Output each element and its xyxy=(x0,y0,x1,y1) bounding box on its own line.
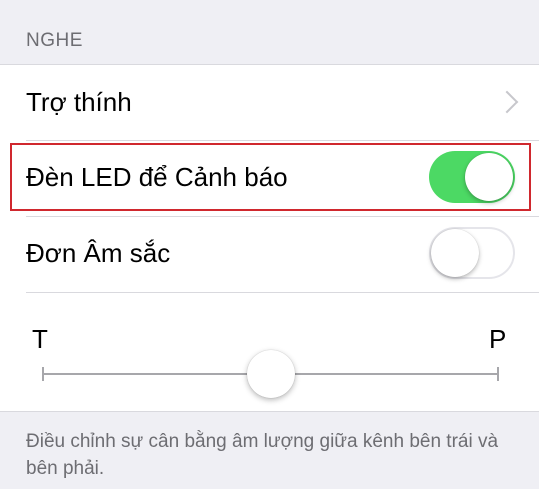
row-separator xyxy=(26,292,539,293)
row-hearing-aids[interactable]: Trợ thính xyxy=(0,65,539,140)
row-mono-audio: Đơn Âm sắc xyxy=(0,217,539,292)
balance-tick-left xyxy=(42,367,44,381)
balance-slider-thumb[interactable] xyxy=(247,350,295,398)
balance-right-label: P xyxy=(489,324,507,354)
hearing-aids-label: Trợ thính xyxy=(26,87,132,117)
balance-tick-right xyxy=(497,367,499,381)
section-header-hearing: NGHE xyxy=(26,30,83,51)
highlight-annotation xyxy=(10,143,531,211)
balance-left-label: T xyxy=(32,324,48,354)
mono-audio-label: Đơn Âm sắc xyxy=(26,238,171,268)
balance-footer-note: Điều chỉnh sự cân bằng âm lượng giữa kên… xyxy=(26,431,499,479)
chevron-right-icon xyxy=(495,90,519,114)
toggle-knob xyxy=(431,229,479,277)
mono-audio-toggle[interactable] xyxy=(429,227,515,279)
